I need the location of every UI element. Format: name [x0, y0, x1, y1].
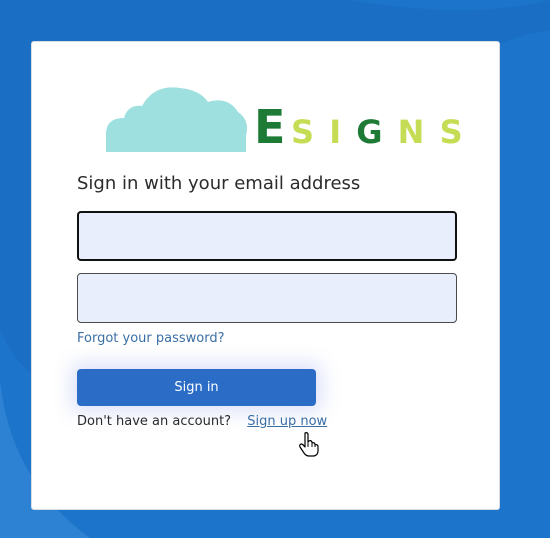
logo-letter: S	[439, 113, 465, 151]
email-field[interactable]	[77, 211, 457, 261]
page-title: Sign in with your email address	[77, 173, 361, 194]
logo-letter: N	[397, 113, 427, 151]
cloud-icon	[106, 87, 247, 152]
sign-up-link[interactable]: Sign up now	[247, 414, 327, 429]
logo-letters: S I G N S	[291, 113, 465, 151]
signin-card: E S I G N S Sign in with your email addr…	[31, 41, 500, 510]
password-field[interactable]	[77, 273, 457, 323]
forgot-password-link[interactable]: Forgot your password?	[77, 331, 225, 346]
hand-pointer-icon	[299, 432, 319, 457]
sign-in-button[interactable]: Sign in	[77, 369, 316, 406]
no-account-text: Don't have an account?	[77, 414, 232, 429]
logo-letter-e: E	[254, 100, 286, 154]
logo-letter: S	[291, 113, 317, 151]
logo-letter: G	[356, 113, 385, 151]
signup-row: Don't have an account? Sign up now	[77, 414, 327, 429]
logo-wordmark: E S I G N S	[254, 100, 465, 160]
logo-letter: I	[329, 113, 344, 151]
esigns-logo: E S I G N S	[104, 82, 463, 157]
